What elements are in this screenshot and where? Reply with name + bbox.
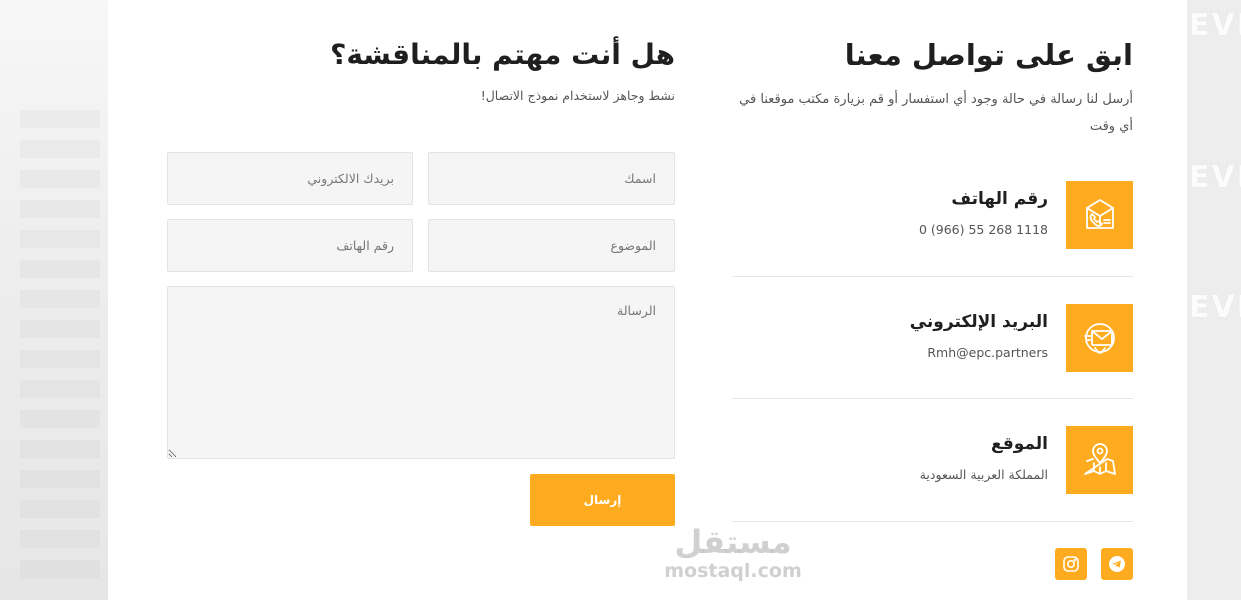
background-image-right: EVER EVER EVER [1187, 0, 1241, 600]
background-image-left [0, 0, 108, 600]
contact-form-column: هل أنت مهتم بالمناقشة؟ نشط وجاهز لاستخدا… [167, 0, 675, 600]
subject-input[interactable] [428, 219, 675, 272]
info-item-phone: رقم الهاتف 0 (966) 55 268 1118 [732, 181, 1133, 249]
watermark-arabic: مستقل [674, 523, 792, 561]
divider [732, 276, 1133, 277]
form-subtitle: نشط وجاهز لاستخدام نموذج الاتصال! [480, 88, 675, 103]
telegram-button[interactable] [1101, 548, 1133, 580]
telegram-icon [1109, 556, 1125, 572]
divider [732, 521, 1133, 522]
message-textarea[interactable] [167, 286, 675, 459]
phone-value[interactable]: 0 (966) 55 268 1118 [919, 222, 1048, 237]
contact-title: ابق على تواصل معنا [844, 38, 1133, 72]
background-text: EVER [1189, 290, 1241, 325]
send-button[interactable]: إرسال [530, 474, 675, 526]
email-label: البريد الإلكتروني [909, 312, 1048, 332]
name-input[interactable] [428, 152, 675, 205]
phone-box-icon [1066, 181, 1133, 249]
info-item-location: الموقع المملكة العربية السعودية [732, 426, 1133, 494]
contact-info-column: ابق على تواصل معنا أرسل لنا رسالة في حال… [732, 0, 1133, 600]
instagram-button[interactable] [1055, 548, 1087, 580]
info-item-email: البريد الإلكتروني Rmh@epc.partners [732, 304, 1133, 372]
form-title: هل أنت مهتم بالمناقشة؟ [330, 38, 675, 71]
email-icon [1066, 304, 1133, 372]
background-text: EVER [1189, 160, 1241, 195]
email-input[interactable] [167, 152, 413, 205]
contact-description: أرسل لنا رسالة في حالة وجود أي استفسار أ… [739, 92, 1133, 134]
background-text: EVER [1189, 8, 1241, 43]
watermark-latin: mostaql.com [664, 560, 802, 582]
location-label: الموقع [990, 434, 1048, 454]
contact-section: ابق على تواصل معنا أرسل لنا رسالة في حال… [108, 0, 1187, 600]
watermark-logo: مستقل mostaql.com [653, 524, 813, 590]
instagram-icon [1063, 556, 1079, 572]
map-location-icon [1066, 426, 1133, 494]
divider [732, 398, 1133, 399]
location-value: المملكة العربية السعودية [919, 467, 1048, 482]
phone-input[interactable] [167, 219, 413, 272]
email-value[interactable]: Rmh@epc.partners [927, 345, 1048, 360]
phone-label: رقم الهاتف [951, 189, 1048, 209]
